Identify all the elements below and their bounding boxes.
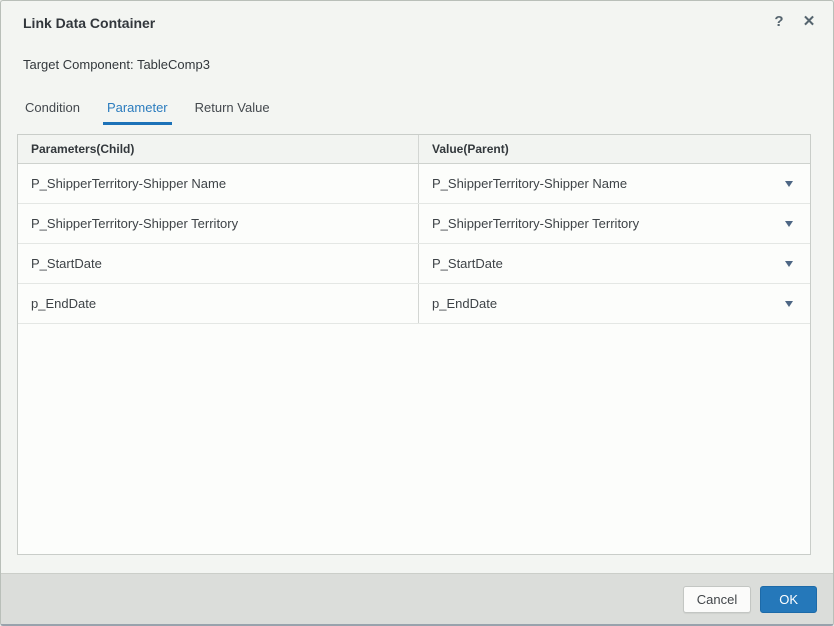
parameter-mapping-table: Parameters(Child) Value(Parent) P_Shippe… [17, 134, 811, 555]
value-dropdown-text: P_ShipperTerritory-Shipper Territory [432, 216, 639, 231]
value-dropdown[interactable]: P_ShipperTerritory-Shipper Territory [419, 204, 810, 243]
parameter-cell: p_EndDate [18, 284, 419, 323]
value-dropdown-text: P_ShipperTerritory-Shipper Name [432, 176, 627, 191]
ok-button[interactable]: OK [760, 586, 817, 613]
value-dropdown[interactable]: P_ShipperTerritory-Shipper Name [419, 164, 810, 203]
dropdown-arrow-icon [785, 181, 793, 187]
table-row: P_ShipperTerritory-Shipper Name P_Shippe… [18, 164, 810, 204]
tab-bar: Condition Parameter Return Value [23, 100, 272, 125]
value-dropdown-text: p_EndDate [432, 296, 497, 311]
tab-return-value[interactable]: Return Value [193, 100, 272, 125]
dropdown-arrow-icon [785, 221, 793, 227]
tab-parameter[interactable]: Parameter [103, 100, 172, 125]
table-row: P_StartDate P_StartDate [18, 244, 810, 284]
column-header-parameters-child: Parameters(Child) [18, 135, 419, 163]
value-dropdown[interactable]: p_EndDate [419, 284, 810, 323]
dialog-footer: Cancel OK [1, 573, 833, 624]
dropdown-arrow-icon [785, 301, 793, 307]
tab-condition[interactable]: Condition [23, 100, 82, 125]
column-header-value-parent: Value(Parent) [419, 135, 810, 163]
dialog-titlebar: Link Data Container ? ✕ [1, 1, 833, 45]
table-row: P_ShipperTerritory-Shipper Territory P_S… [18, 204, 810, 244]
parameter-cell: P_ShipperTerritory-Shipper Name [18, 164, 419, 203]
help-icon[interactable]: ? [771, 13, 787, 31]
close-icon[interactable]: ✕ [801, 13, 817, 31]
value-dropdown[interactable]: P_StartDate [419, 244, 810, 283]
parameter-cell: P_ShipperTerritory-Shipper Territory [18, 204, 419, 243]
parameter-cell: P_StartDate [18, 244, 419, 283]
table-row: p_EndDate p_EndDate [18, 284, 810, 324]
table-header-row: Parameters(Child) Value(Parent) [18, 135, 810, 164]
dialog-title: Link Data Container [23, 15, 155, 31]
dropdown-arrow-icon [785, 261, 793, 267]
table-empty-area [18, 324, 810, 554]
value-dropdown-text: P_StartDate [432, 256, 503, 271]
target-component-label: Target Component: TableComp3 [23, 57, 210, 72]
link-data-container-dialog: Link Data Container ? ✕ Target Component… [0, 0, 834, 626]
cancel-button[interactable]: Cancel [683, 586, 751, 613]
